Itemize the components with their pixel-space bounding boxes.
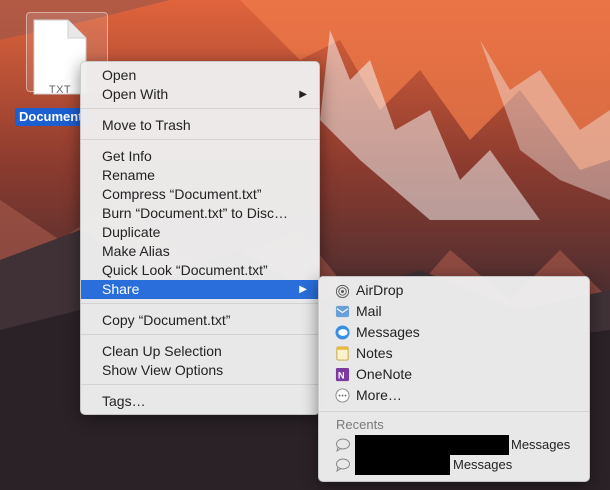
menu-item-label: Tags… [102,393,146,409]
menu-item-tags[interactable]: Tags… [81,392,319,411]
menu-item-open[interactable]: Open [81,66,319,85]
recents-heading: Recents [336,417,384,432]
menu-item-open-with[interactable]: Open With ▶ [81,85,319,104]
notes-icon [336,346,349,361]
menu-separator [81,139,319,140]
menu-item-label: Compress “Document.txt” [102,186,262,202]
share-item-label: Messages [356,324,420,340]
menu-item-compress[interactable]: Compress “Document.txt” [81,185,319,204]
menu-item-label: Share [102,281,140,297]
menu-item-label: Make Alias [102,243,170,259]
menu-item-quick-look[interactable]: Quick Look “Document.txt” [81,261,319,280]
menu-item-clean-up-selection[interactable]: Clean Up Selection [81,342,319,361]
menu-item-label: Copy “Document.txt” [102,312,231,328]
menu-item-burn[interactable]: Burn “Document.txt” to Disc… [81,204,319,223]
share-item-notes[interactable]: Notes [319,343,589,364]
share-item-mail[interactable]: Mail [319,301,589,322]
menu-item-label: Clean Up Selection [102,343,222,359]
share-item-label: Notes [356,345,393,361]
recent-app-label: Messages [511,437,571,452]
menu-item-label: Burn “Document.txt” to Disc… [102,205,288,221]
speech-bubble-icon [336,458,350,472]
menu-item-copy[interactable]: Copy “Document.txt” [81,311,319,330]
share-item-label: AirDrop [356,282,404,298]
menu-item-label: Show View Options [102,362,224,378]
menu-item-label: Duplicate [102,224,161,240]
submenu-arrow-icon: ▶ [299,284,307,295]
messages-icon [335,325,350,340]
file-name-label[interactable]: Document [15,108,87,126]
menu-item-label: Move to Trash [102,117,191,133]
menu-item-label: Quick Look “Document.txt” [102,262,268,278]
redacted-contact-name [355,435,509,455]
speech-bubble-icon [336,438,350,452]
menu-item-move-to-trash[interactable]: Move to Trash [81,116,319,135]
share-item-airdrop[interactable]: AirDrop [319,280,589,301]
menu-item-label: Rename [102,167,155,183]
menu-separator [81,334,319,335]
share-item-onenote[interactable]: N OneNote [319,364,589,385]
onenote-icon: N [335,367,350,382]
share-submenu: AirDrop Mail Messages Notes N OneNote Mo… [318,276,590,482]
mail-icon [335,305,350,318]
submenu-arrow-icon: ▶ [299,89,307,100]
menu-item-label: Get Info [102,148,152,164]
context-menu: Open Open With ▶ Move to Trash Get Info R… [80,61,320,415]
menu-separator [81,384,319,385]
menu-separator [319,411,589,412]
airdrop-icon [335,284,350,298]
share-item-label: OneNote [356,366,413,382]
share-item-more[interactable]: More… [319,385,589,406]
menu-item-show-view-options[interactable]: Show View Options [81,361,319,380]
menu-item-label: Open [102,67,137,83]
menu-item-share[interactable]: Share ▶ [81,280,319,299]
more-icon [335,388,350,403]
recent-contact-row[interactable]: Messages [319,435,589,455]
svg-text:N: N [338,370,345,380]
recent-app-label: Messages [453,457,513,472]
menu-separator [81,108,319,109]
menu-item-duplicate[interactable]: Duplicate [81,223,319,242]
menu-item-get-info[interactable]: Get Info [81,147,319,166]
redacted-contact-name [355,455,450,475]
menu-item-rename[interactable]: Rename [81,166,319,185]
menu-separator [81,303,319,304]
share-item-label: Mail [356,303,382,319]
share-item-messages[interactable]: Messages [319,322,589,343]
menu-item-label: Open With [102,86,169,102]
recent-contact-row[interactable]: Messages [319,455,589,475]
menu-item-make-alias[interactable]: Make Alias [81,242,319,261]
share-item-label: More… [356,387,402,403]
